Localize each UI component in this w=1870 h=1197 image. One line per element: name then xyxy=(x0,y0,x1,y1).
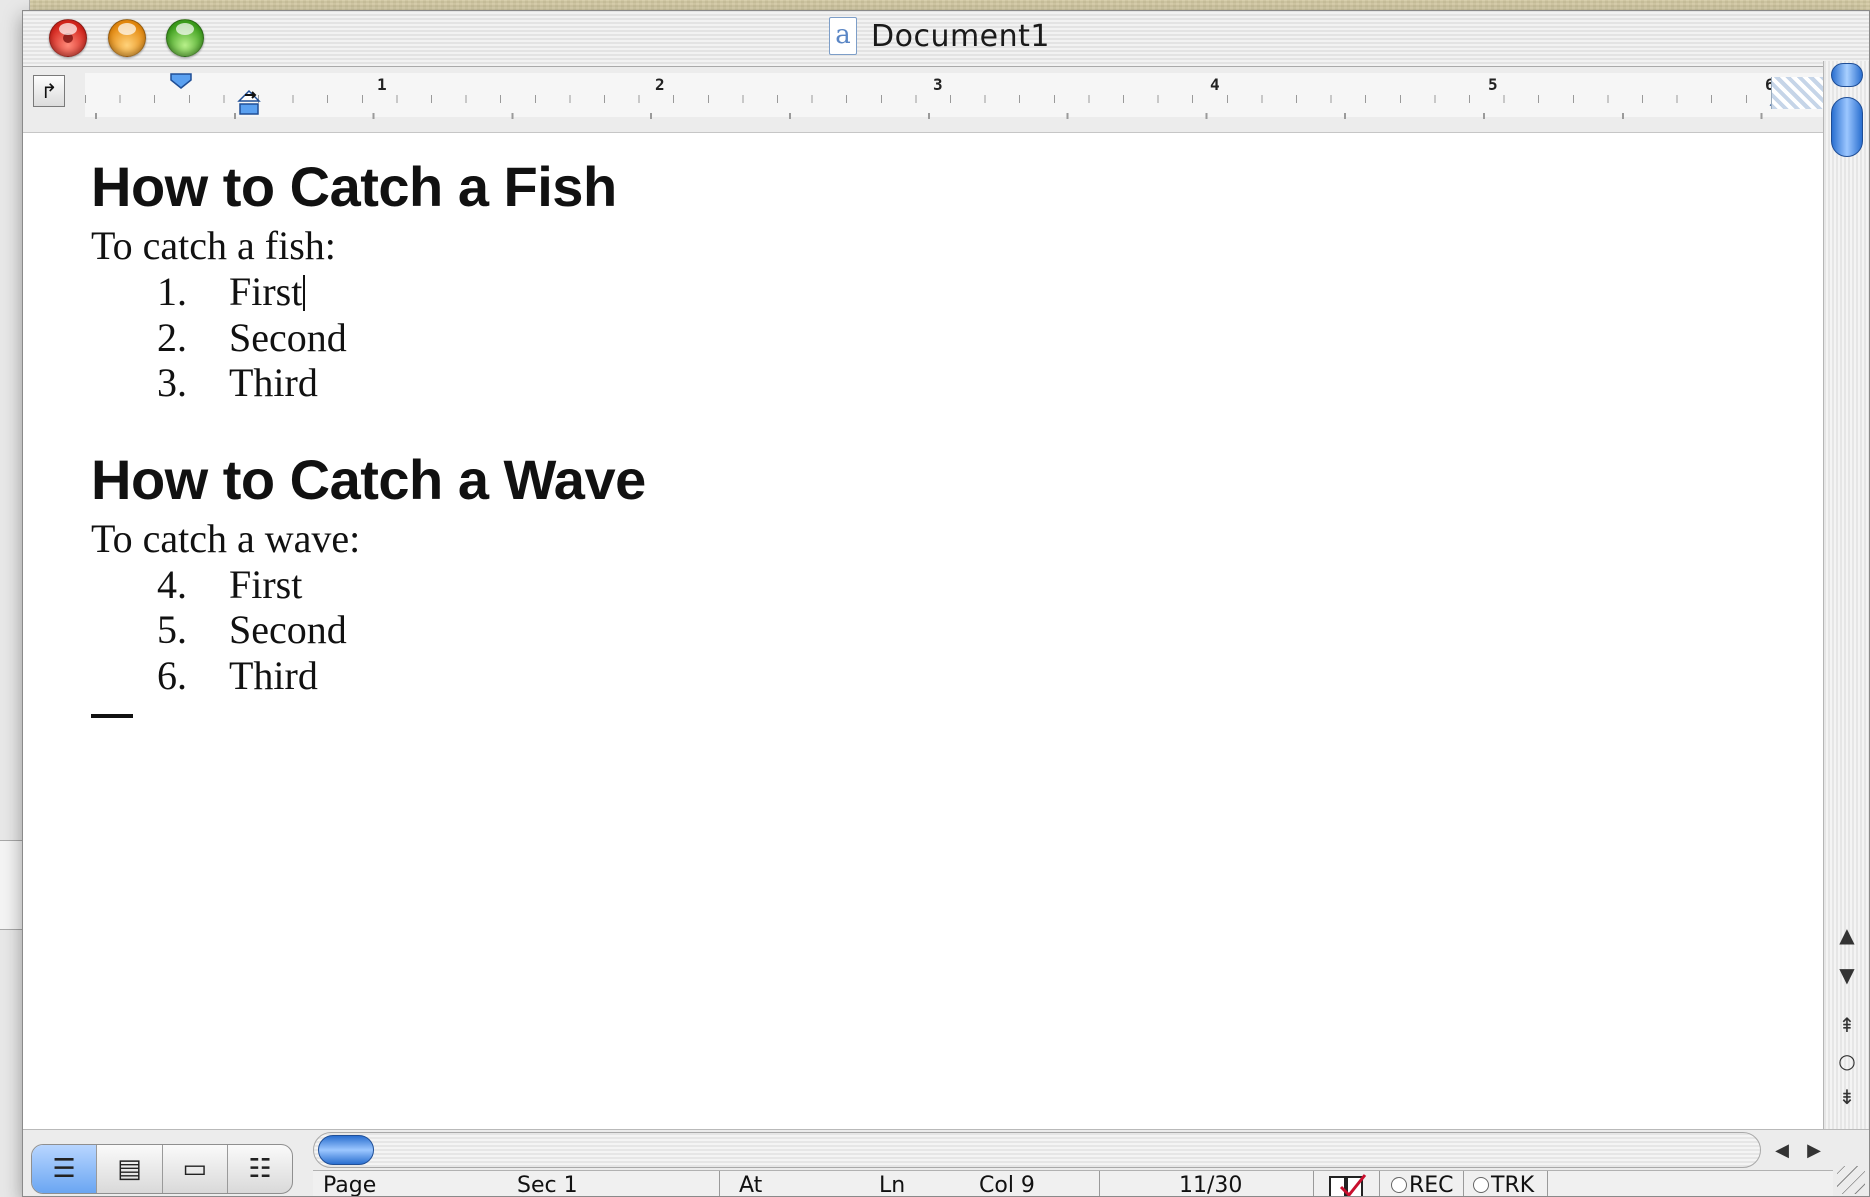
list-item-text: Third xyxy=(229,652,318,698)
numbered-list: 1. First 2. Second 3. Third xyxy=(91,269,1791,406)
scroll-up-arrow-icon[interactable]: ▲ xyxy=(1828,917,1866,953)
scroll-down-arrow-icon[interactable]: ▼ xyxy=(1828,957,1866,993)
close-icon[interactable] xyxy=(49,19,87,57)
list-item-text: Third xyxy=(229,360,318,405)
resize-grip-icon[interactable] xyxy=(1837,1166,1865,1194)
online-layout-view-icon[interactable]: ▤ xyxy=(97,1145,163,1193)
record-macro-toggle[interactable]: REC xyxy=(1391,1173,1454,1197)
paragraph: To catch a wave: xyxy=(91,515,361,561)
status-divider xyxy=(1463,1171,1464,1196)
ruler-ticks xyxy=(85,83,1845,107)
list-item-text: Second xyxy=(229,314,347,360)
document-proxy-icon[interactable]: a xyxy=(829,17,857,55)
list-number: 5. xyxy=(157,607,187,652)
normal-view-icon[interactable]: ☰ xyxy=(32,1145,98,1193)
title-bar[interactable]: a Document1 xyxy=(23,11,1869,67)
bottom-bar: ☰ ▤ ▭ ☷ ◀ ▶ Page Sec 1 At Ln Col 9 11/30… xyxy=(23,1129,1869,1197)
list-number: 3. xyxy=(157,360,187,405)
list-item: 4. First xyxy=(91,562,1791,608)
record-radio-icon xyxy=(1391,1177,1407,1193)
status-divider xyxy=(719,1171,720,1196)
select-browse-object-icon[interactable]: ○ xyxy=(1828,1043,1866,1079)
list-item: 2. Second xyxy=(91,315,1791,361)
status-at: At xyxy=(739,1173,763,1197)
status-page-count: 11/30 xyxy=(1179,1173,1243,1197)
paragraph-spacing xyxy=(91,406,1791,444)
ruler-number: 5 xyxy=(1488,75,1498,94)
status-page: Page xyxy=(323,1173,377,1197)
ruler-number: 2 xyxy=(655,75,665,94)
list-item-text: First xyxy=(229,561,303,607)
heading-1: How to Catch a Fish xyxy=(91,155,617,218)
status-divider xyxy=(1313,1171,1314,1196)
list-number: 1. xyxy=(157,269,187,314)
horizontal-scrollbar[interactable] xyxy=(313,1132,1761,1168)
first-line-indent-marker-icon[interactable] xyxy=(169,73,193,89)
text-cursor xyxy=(303,275,306,311)
previous-page-icon[interactable]: ⇞ xyxy=(1828,1007,1866,1043)
list-number: 4. xyxy=(157,561,187,607)
horizontal-ruler[interactable]: 1 2 3 4 5 6 xyxy=(85,73,1845,119)
heading-2: How to Catch a Wave xyxy=(91,447,646,511)
list-item: 3. Third xyxy=(91,360,1791,406)
document-window: a Document1 ↱ 1 2 3 4 5 6 How to Catch a… xyxy=(22,10,1870,1197)
list-number: 2. xyxy=(157,314,187,360)
status-line: Ln xyxy=(879,1173,906,1197)
ruler-number: 3 xyxy=(933,75,943,94)
track-radio-icon xyxy=(1473,1177,1489,1193)
window-title: Document1 xyxy=(871,19,1051,54)
list-item-text: First xyxy=(229,269,303,314)
page-layout-view-icon[interactable]: ▭ xyxy=(163,1145,228,1193)
track-changes-toggle[interactable]: TRK xyxy=(1473,1173,1535,1197)
ruler-bar: ↱ 1 2 3 4 5 6 xyxy=(23,67,1869,133)
status-divider xyxy=(1547,1171,1548,1196)
ruler-tab-ticks xyxy=(95,113,1845,119)
status-divider xyxy=(1099,1171,1100,1196)
ruler-number: 4 xyxy=(1210,75,1220,94)
track-label: TRK xyxy=(1491,1173,1535,1197)
view-switcher: ☰ ▤ ▭ ☷ xyxy=(31,1144,293,1194)
document-body[interactable]: How to Catch a Fish To catch a fish: 1. F… xyxy=(91,151,1791,718)
status-bar: Page Sec 1 At Ln Col 9 11/30 REC TRK xyxy=(313,1170,1833,1197)
minimize-icon[interactable] xyxy=(108,19,146,57)
list-number: 6. xyxy=(157,652,187,698)
scroll-left-arrow-icon[interactable]: ◀ xyxy=(1767,1136,1797,1166)
list-item: 5. Second xyxy=(91,607,1791,653)
horizontal-scroll-thumb[interactable] xyxy=(318,1135,374,1165)
vertical-scroll-thumb[interactable] xyxy=(1831,97,1863,157)
status-divider xyxy=(1379,1171,1380,1196)
status-section: Sec 1 xyxy=(517,1173,578,1197)
status-column: Col 9 xyxy=(979,1173,1035,1197)
tab-selector-icon[interactable]: ↱ xyxy=(33,75,65,107)
vertical-scrollbar[interactable]: ▲ ▼ ⇞ ○ ⇟ xyxy=(1823,61,1869,1129)
next-page-icon[interactable]: ⇟ xyxy=(1828,1079,1866,1115)
split-box-handle[interactable] xyxy=(1831,63,1863,87)
end-of-document-mark xyxy=(91,714,133,718)
outline-view-icon[interactable]: ☷ xyxy=(228,1145,292,1193)
list-item: 6. Third xyxy=(91,653,1791,699)
list-item-text: Second xyxy=(229,607,347,652)
zoom-icon[interactable] xyxy=(166,19,204,57)
hanging-indent-marker-icon[interactable] xyxy=(237,87,261,117)
ruler-number: 1 xyxy=(377,75,387,94)
scroll-right-arrow-icon[interactable]: ▶ xyxy=(1799,1136,1829,1166)
numbered-list: 4. First 5. Second 6. Third xyxy=(91,562,1791,699)
record-label: REC xyxy=(1409,1173,1454,1197)
list-item: 1. First xyxy=(91,269,1791,315)
document-page[interactable]: How to Catch a Fish To catch a fish: 1. F… xyxy=(23,133,1825,1129)
spelling-book-icon[interactable] xyxy=(1327,1173,1369,1197)
paragraph: To catch a fish: xyxy=(91,223,336,268)
